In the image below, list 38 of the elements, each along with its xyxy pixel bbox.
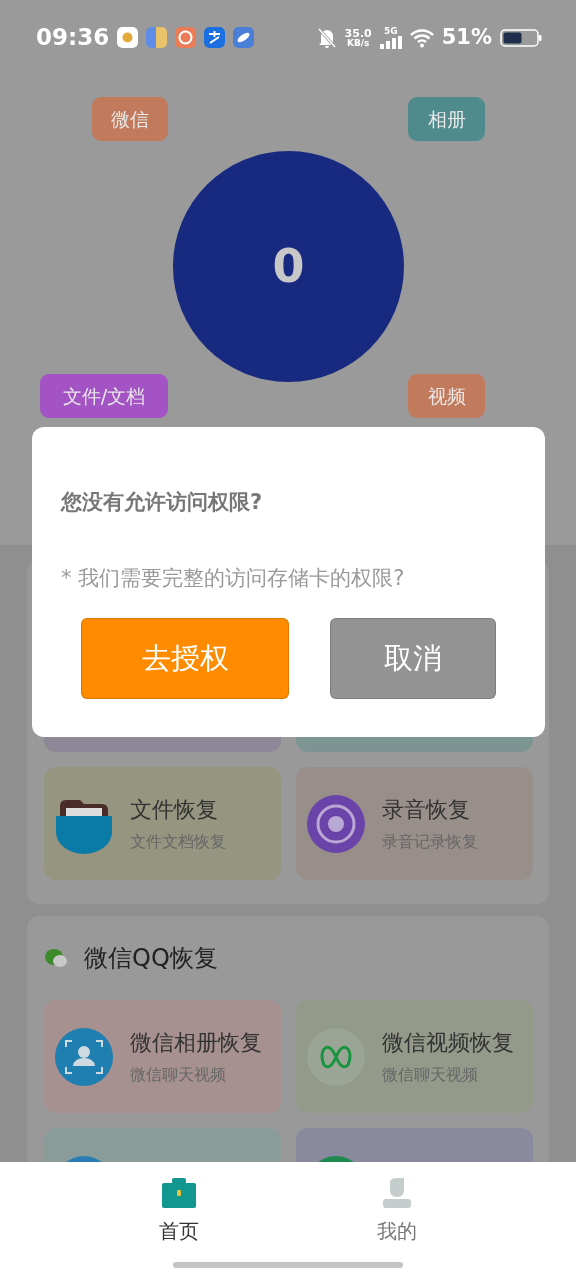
nav-tab[interactable]: 首页	[104, 1162, 254, 1280]
card-title: 录音恢复	[382, 796, 471, 824]
signal-icon	[379, 35, 402, 49]
dialog-title: 您没有允许访问权限?	[61, 489, 264, 516]
shortcut-button[interactable]: 视频	[408, 374, 485, 418]
card-title: 微信视频恢复	[382, 1029, 514, 1057]
planet-icon	[233, 27, 255, 48]
profile-icon	[382, 1178, 412, 1208]
video-icon	[306, 1026, 366, 1087]
nav-tab[interactable]: 我的	[322, 1162, 472, 1280]
battery-icon	[500, 28, 542, 47]
network-type: 5G	[382, 26, 399, 36]
card-subtitle: 微信聊天视频	[130, 1064, 227, 1086]
payment-icon	[204, 27, 226, 48]
network-speed: 35.0	[344, 27, 372, 39]
card-title: 文件恢复	[130, 796, 219, 824]
record-icon	[306, 793, 366, 854]
authorize-button[interactable]: 去授权	[81, 618, 289, 699]
card-title: 微信相册恢复	[130, 1029, 262, 1057]
people-icon	[54, 1026, 114, 1087]
shortcut-button[interactable]: 微信	[92, 97, 168, 141]
app-icon	[117, 27, 139, 48]
bag-icon	[146, 27, 168, 48]
wifi-icon	[409, 27, 434, 48]
camera-icon	[175, 27, 197, 48]
recovery-card[interactable]: 微信相册恢复 微信聊天视频	[44, 1000, 281, 1113]
cancel-button[interactable]: 取消	[330, 618, 496, 699]
counter-circle: 0	[173, 151, 404, 382]
battery-percent: 51%	[441, 23, 492, 51]
section-title: 微信QQ恢复	[84, 943, 218, 974]
shortcut-button[interactable]: 文件/文档	[40, 374, 168, 418]
speed-unit: KB/s	[345, 38, 371, 48]
chat-icon	[44, 948, 68, 968]
mute-icon	[316, 26, 337, 49]
dialog-message: * 我们需要完整的访问存储卡的权限?	[61, 564, 406, 592]
shortcut-button[interactable]: 相册	[408, 97, 485, 141]
toolbox-icon	[162, 1178, 196, 1208]
status-time: 09:36	[36, 23, 110, 53]
